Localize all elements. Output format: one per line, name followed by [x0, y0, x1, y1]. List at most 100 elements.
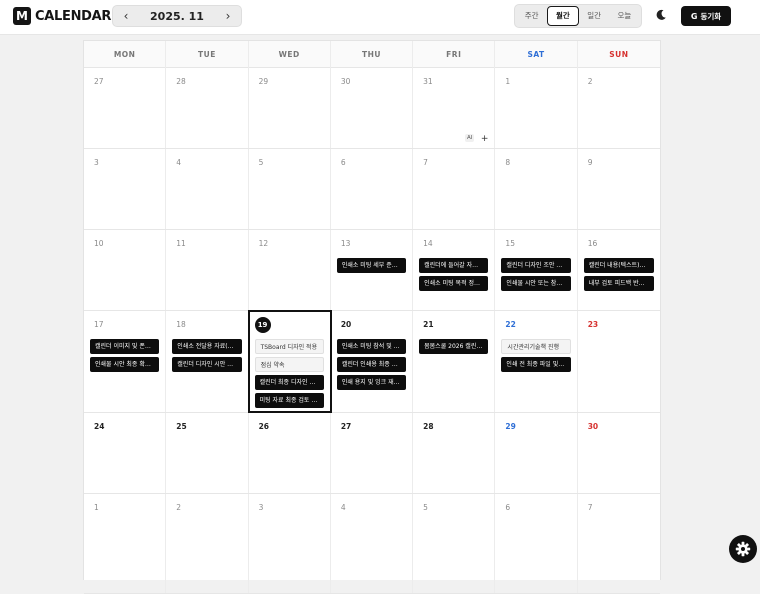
weekday-thu: THU [331, 41, 414, 68]
day-number: 21 [423, 320, 434, 329]
view-toggle: 주간 월간 일간 오늘 [514, 4, 642, 28]
weekday-wed: WED [249, 41, 331, 68]
sync-button[interactable]: G 동기화 [681, 6, 731, 26]
event-chip[interactable]: 내부 검토 피드백 반… [583, 276, 654, 291]
event-chip[interactable]: 캘린더 최종 디자인 … [254, 375, 324, 390]
day-number: 31 [423, 77, 433, 86]
brand[interactable]: M CALENDAR [13, 7, 111, 25]
event-chip[interactable]: 인쇄소 미팅 세부 준… [336, 258, 407, 273]
day-cell[interactable]: 7 [578, 494, 660, 593]
event-chip[interactable]: 캘린더에 들어갈 자… [419, 258, 489, 273]
day-cell[interactable]: 22 시간관리기술책 진행 인쇄 전 최종 파일 및… [495, 311, 578, 412]
event-chip[interactable]: 캘린더 인쇄용 최종 … [336, 357, 407, 372]
day-number: 10 [94, 239, 104, 248]
week-row: 17 캘린더 이미지 및 폰… 인쇄물 시안 최종 확… 18 인쇄소 전달용 자료(…… [84, 310, 660, 413]
day-cell[interactable]: 3 [249, 494, 331, 593]
day-number: 1 [94, 503, 99, 512]
day-number: 3 [258, 503, 264, 512]
day-cell[interactable]: 11 [166, 230, 249, 310]
day-cell[interactable]: 29 [249, 68, 331, 148]
event-list: 인쇄소 전달용 자료(… 캘린더 디자인 시안 … [172, 339, 242, 372]
view-day-button[interactable]: 일간 [580, 6, 609, 26]
day-cell[interactable]: 5 [413, 494, 496, 593]
settings-button[interactable] [729, 535, 757, 563]
chevron-right-icon[interactable]: › [221, 6, 235, 26]
day-cell[interactable]: 7 [413, 149, 496, 229]
day-cell[interactable]: 2 [578, 68, 660, 148]
view-month-button[interactable]: 월간 [547, 6, 579, 26]
event-chip[interactable]: 미팅 자료 최종 검토 … [254, 393, 324, 408]
day-cell[interactable]: 25 [166, 413, 249, 493]
google-icon: G [690, 11, 698, 21]
day-cell[interactable]: 3 [84, 149, 167, 229]
day-cell[interactable]: 31 AI + [413, 68, 496, 148]
day-cell[interactable]: 10 [84, 230, 167, 310]
view-week-button[interactable]: 주간 [517, 6, 546, 26]
day-cell[interactable]: 5 [249, 149, 331, 229]
day-number: 7 [423, 158, 428, 167]
day-cell[interactable]: 2 [166, 494, 249, 593]
day-cell[interactable]: 23 [578, 311, 660, 412]
day-cell[interactable]: 4 [331, 494, 414, 593]
day-cell[interactable]: 29 [495, 413, 578, 493]
event-chip[interactable]: 캘린더 내용(텍스트)… [583, 258, 654, 273]
day-cell[interactable]: 16 캘린더 내용(텍스트)… 내부 검토 피드백 반… [578, 230, 660, 310]
weekday-header: MON TUE WED THU FRI SAT SUN [84, 41, 660, 68]
day-cell[interactable]: 21 봄봄스쿨 2026 캘린… [413, 311, 496, 412]
day-number: 5 [423, 503, 428, 512]
logo-mark: M [13, 7, 31, 25]
day-cell[interactable]: 20 인쇄소 미팅 참석 및 … 캘린더 인쇄용 최종 … 인쇄 용지 및 잉크 재… [331, 311, 414, 412]
event-chip[interactable]: 인쇄물 시안 최종 확… [90, 357, 160, 372]
day-cell[interactable]: 28 [166, 68, 249, 148]
day-cell[interactable]: 19 TSBoard 디자인 적용 점심 약속 캘린더 최종 디자인 … 미팅 자료 최… [247, 310, 332, 413]
day-cell[interactable]: 27 [84, 68, 167, 148]
moon-icon[interactable] [655, 9, 667, 21]
event-chip[interactable]: 인쇄소 전달용 자료(… [172, 339, 242, 354]
day-cell[interactable]: 24 [84, 413, 167, 493]
day-number: 1 [505, 77, 511, 86]
event-chip[interactable]: 인쇄 용지 및 잉크 재… [336, 375, 407, 390]
event-chip[interactable]: 점심 약속 [254, 357, 324, 372]
day-cell[interactable]: 6 [495, 494, 578, 593]
day-cell[interactable]: 30 [578, 413, 660, 493]
day-cell[interactable]: 28 [413, 413, 496, 493]
event-chip[interactable]: TSBoard 디자인 적용 [254, 339, 324, 354]
event-chip[interactable]: 캘린더 디자인 시안 … [172, 357, 242, 372]
calendar-grid: 27 28 29 30 31 AI +1 2 3 4 5 6 7 8 9 10 11 12 13 인쇄소 미팅 세부 … [84, 68, 660, 594]
day-cell[interactable]: 18 인쇄소 전달용 자료(… 캘린더 디자인 시안 … [166, 311, 249, 412]
add-event-icon[interactable]: + [481, 134, 489, 144]
day-number: 2 [176, 503, 182, 512]
day-cell[interactable]: 27 [331, 413, 414, 493]
day-number: 11 [176, 239, 186, 248]
day-cell[interactable]: 15 캘린더 디자인 조안 … 인쇄물 시안 또는 참… [495, 230, 578, 310]
day-cell[interactable]: 1 [495, 68, 578, 148]
week-row: 10 11 12 13 인쇄소 미팅 세부 준… 14 캘린더에 들어갈 자… 인쇄소 미팅 … [84, 230, 660, 311]
day-cell[interactable]: 8 [495, 149, 578, 229]
day-cell[interactable]: 17 캘린더 이미지 및 폰… 인쇄물 시안 최종 확… [84, 311, 167, 412]
day-cell[interactable]: 30 [331, 68, 414, 148]
event-chip[interactable]: 캘린더 디자인 조안 … [501, 258, 571, 273]
day-cell[interactable]: 1 [84, 494, 167, 593]
day-cell[interactable]: 26 [249, 413, 331, 493]
day-cell[interactable]: 4 [166, 149, 249, 229]
day-cell[interactable]: 6 [331, 149, 414, 229]
day-number: 15 [505, 239, 515, 248]
event-chip[interactable]: 캘린더 이미지 및 폰… [90, 339, 160, 354]
event-chip[interactable]: 시간관리기술책 진행 [501, 339, 571, 354]
app-name: CALENDAR [35, 8, 112, 24]
day-cell[interactable]: 14 캘린더에 들어갈 자… 인쇄소 미팅 목적 정… [413, 230, 496, 310]
event-chip[interactable]: 인쇄소 미팅 참석 및 … [336, 339, 407, 354]
event-chip[interactable]: 봄봄스쿨 2026 캘린… [419, 339, 489, 354]
week-row: 24 25 26 27 28 29 30 [84, 413, 660, 494]
ai-add-button[interactable]: AI [465, 134, 475, 142]
today-button[interactable]: 오늘 [610, 6, 639, 26]
event-chip[interactable]: 인쇄소 미팅 목적 정… [419, 276, 489, 291]
day-cell[interactable]: 13 인쇄소 미팅 세부 준… [331, 230, 414, 310]
event-chip[interactable]: 인쇄물 시안 또는 참… [501, 276, 571, 291]
event-chip[interactable]: 인쇄 전 최종 파일 및… [501, 357, 571, 372]
day-cell[interactable]: 12 [249, 230, 331, 310]
event-list: TSBoard 디자인 적용점심 약속캘린더 최종 디자인 … 미팅 자료 최종 … [254, 339, 324, 408]
chevron-left-icon[interactable]: ‹ [119, 6, 133, 26]
weekday-sun: SUN [609, 50, 629, 59]
day-cell[interactable]: 9 [578, 149, 660, 229]
